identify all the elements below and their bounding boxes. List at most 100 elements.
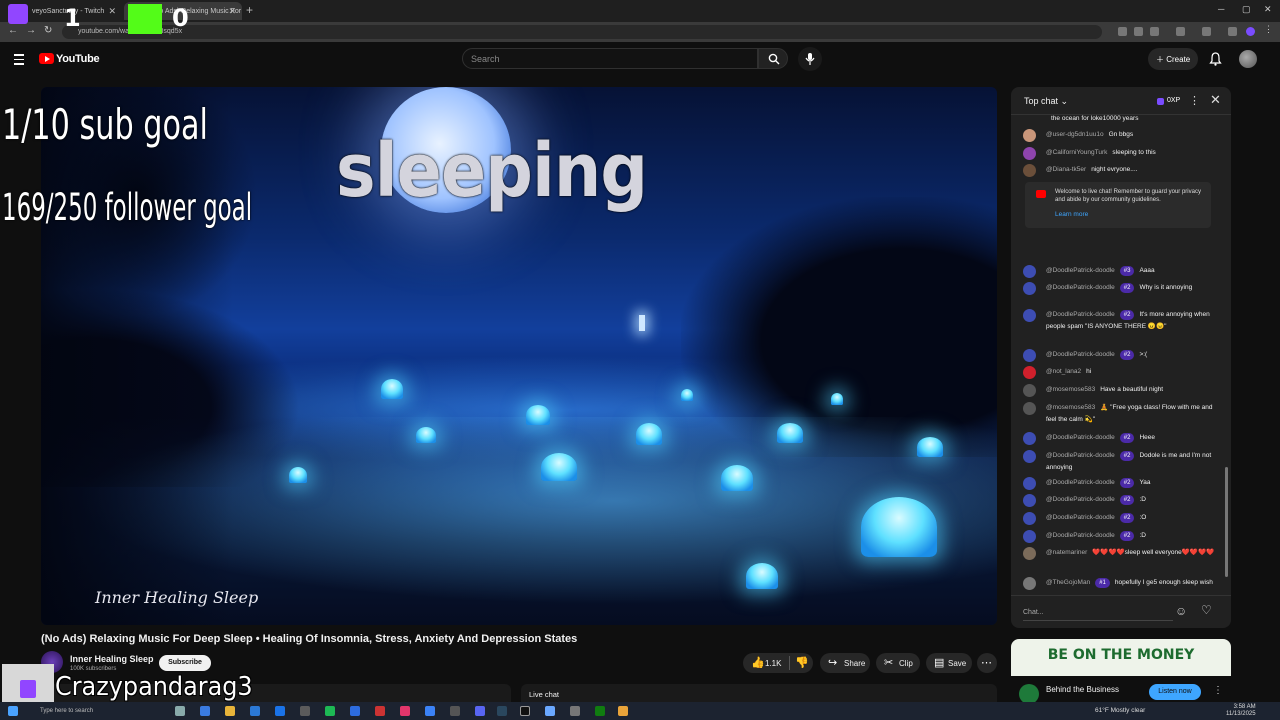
avatar[interactable]: [1023, 147, 1036, 160]
hamburger-menu-icon[interactable]: [14, 54, 24, 65]
more-actions-button[interactable]: ⋯: [977, 653, 997, 673]
url-field[interactable]: youtube.com/watch?v=...d3sqd5x: [62, 25, 1102, 39]
chat-author[interactable]: @DoodlePatrick-doodle: [1046, 311, 1115, 318]
bookmark-star-icon[interactable]: [1150, 27, 1159, 36]
profile-icon[interactable]: [1246, 27, 1255, 36]
avatar[interactable]: [1023, 494, 1036, 507]
avatar[interactable]: [1023, 512, 1036, 525]
avatar[interactable]: [1023, 265, 1036, 278]
subscribe-button[interactable]: Subscribe: [159, 655, 211, 671]
chat-author[interactable]: @DoodlePatrick-doodle: [1046, 267, 1115, 274]
avatar[interactable]: [1023, 402, 1036, 415]
discord-icon[interactable]: [475, 706, 485, 716]
mail-icon[interactable]: [250, 706, 260, 716]
download-icon[interactable]: [1228, 27, 1237, 36]
share-button[interactable]: ↪ Share: [820, 653, 870, 673]
avatar[interactable]: [1023, 309, 1036, 322]
voice-search-button[interactable]: [798, 47, 822, 71]
learn-more-link[interactable]: Learn more: [1055, 211, 1203, 219]
close-window-icon[interactable]: ✕: [1264, 4, 1272, 15]
back-icon[interactable]: ←: [8, 25, 18, 36]
file-explorer-icon[interactable]: [225, 706, 235, 716]
youtube-brand[interactable]: YouTube: [56, 53, 100, 65]
kebab-menu-icon[interactable]: ⋮: [1189, 94, 1200, 107]
avatar[interactable]: [1023, 547, 1036, 560]
tiktok-icon[interactable]: [400, 706, 410, 716]
xp-badge[interactable]: 0XP: [1153, 95, 1185, 108]
create-button[interactable]: ＋ Create: [1148, 48, 1198, 70]
clip-button[interactable]: ✂ Clip: [876, 653, 920, 673]
chat-scrollbar[interactable]: [1225, 467, 1228, 577]
close-icon[interactable]: ✕: [108, 6, 116, 17]
plus-icon[interactable]: +: [246, 3, 253, 17]
chat-author[interactable]: @mosemose583: [1046, 404, 1095, 411]
chat-author[interactable]: @DoodlePatrick-doodle: [1046, 496, 1115, 503]
avatar[interactable]: [1023, 366, 1036, 379]
avatar[interactable]: [1023, 432, 1036, 445]
chat-message-list[interactable]: the ocean for loke10000 years @user-dg5d…: [1011, 115, 1227, 591]
xbox-icon[interactable]: [595, 706, 605, 716]
app-icon[interactable]: [375, 706, 385, 716]
app-icon[interactable]: [450, 706, 460, 716]
app-icon[interactable]: [570, 706, 580, 716]
chat-author[interactable]: @DoodlePatrick-doodle: [1046, 479, 1115, 486]
spotify-icon[interactable]: [325, 706, 335, 716]
chat-author[interactable]: @DoodlePatrick-doodle: [1046, 434, 1115, 441]
cast-icon[interactable]: [1118, 27, 1127, 36]
thumbs-up-icon[interactable]: 👍: [751, 657, 765, 669]
channel-name[interactable]: Inner Healing Sleep: [70, 654, 154, 664]
app-icon[interactable]: [350, 706, 360, 716]
chat-author[interactable]: @not_lana2: [1046, 368, 1081, 375]
weather-widget[interactable]: 61°F Mostly clear: [1095, 707, 1145, 714]
kebab-menu-icon[interactable]: ⋮: [1213, 685, 1223, 696]
minimize-icon[interactable]: ─: [1218, 4, 1224, 14]
youtube-logo-icon[interactable]: [39, 53, 54, 64]
maximize-icon[interactable]: ▢: [1242, 4, 1251, 15]
chat-mode-dropdown[interactable]: Top chat ⌄: [1024, 96, 1068, 107]
search-input[interactable]: Search: [462, 48, 758, 69]
emoji-icon[interactable]: ☺: [1175, 604, 1187, 618]
zoom-icon[interactable]: [1134, 27, 1143, 36]
taskbar-clock[interactable]: 3:58 AM 11/13/2025: [1226, 704, 1256, 718]
chat-author[interactable]: @mosemose583: [1046, 386, 1095, 393]
avatar[interactable]: [1023, 129, 1036, 142]
search-button[interactable]: [758, 48, 788, 69]
kick-icon[interactable]: [520, 706, 530, 716]
app-icon[interactable]: [425, 706, 435, 716]
avatar[interactable]: [1023, 282, 1036, 295]
thumbs-down-icon[interactable]: 👎: [795, 657, 809, 669]
forward-icon[interactable]: →: [26, 25, 36, 36]
taskbar-search[interactable]: Type here to search: [40, 705, 130, 717]
chat-author[interactable]: @natemariner: [1046, 549, 1087, 556]
close-icon[interactable]: ✕: [228, 6, 236, 17]
avatar[interactable]: [1023, 384, 1036, 397]
chat-author[interactable]: @DoodlePatrick-doodle: [1046, 514, 1115, 521]
chat-author[interactable]: @Diana-tk5er: [1046, 166, 1086, 173]
windows-start-icon[interactable]: [8, 706, 18, 716]
notifications-bell-icon[interactable]: [1209, 52, 1222, 66]
chat-author[interactable]: @DoodlePatrick-doodle: [1046, 351, 1115, 358]
steam-icon[interactable]: [497, 706, 507, 716]
extensions-icon[interactable]: [1176, 27, 1185, 36]
obs-icon[interactable]: [300, 706, 310, 716]
close-icon[interactable]: ✕: [1210, 92, 1221, 108]
listen-now-button[interactable]: Listen now: [1149, 684, 1201, 700]
avatar[interactable]: [1023, 450, 1036, 463]
chrome-icon[interactable]: [275, 706, 285, 716]
app-icon[interactable]: [618, 706, 628, 716]
edge-icon[interactable]: [200, 706, 210, 716]
reload-icon[interactable]: ↻: [44, 25, 52, 36]
chat-author[interactable]: @DoodlePatrick-doodle: [1046, 532, 1115, 539]
app-icon[interactable]: [545, 706, 555, 716]
chat-author[interactable]: @TheGojoMan: [1046, 579, 1090, 586]
kebab-menu-icon[interactable]: ⋮: [1264, 24, 1273, 34]
avatar[interactable]: [1023, 530, 1036, 543]
sidebar-icon[interactable]: [1202, 27, 1211, 36]
chat-author[interactable]: @CaliforniYoungTurk: [1046, 149, 1107, 156]
heart-icon[interactable]: ♡: [1201, 603, 1212, 617]
task-view-icon[interactable]: [175, 706, 185, 716]
user-avatar[interactable]: [1239, 50, 1257, 68]
chat-author[interactable]: @user-dg5dn1uu1o: [1046, 131, 1104, 138]
chat-input[interactable]: Chat...: [1023, 603, 1173, 621]
like-count[interactable]: 1.1K: [765, 659, 781, 668]
